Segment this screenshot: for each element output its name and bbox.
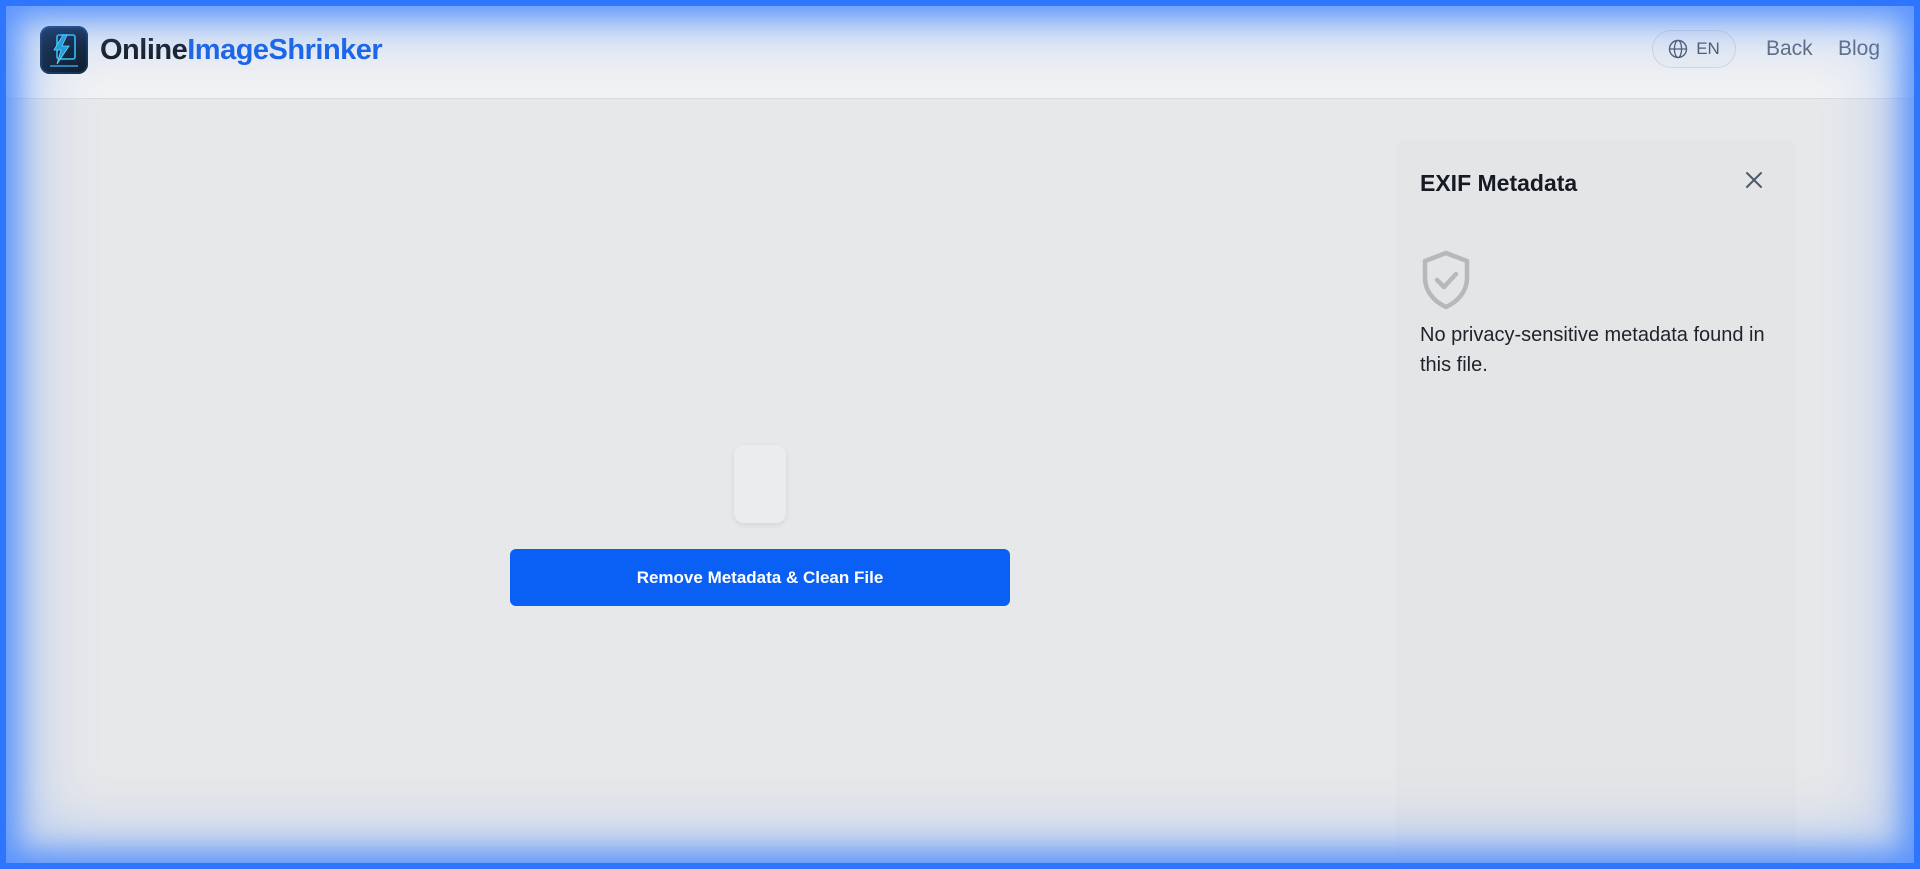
brand-logo-link[interactable]: OnlineImageShrinker	[40, 26, 383, 74]
panel-title: EXIF Metadata	[1420, 170, 1578, 196]
language-label: EN	[1696, 39, 1720, 58]
exif-metadata-panel: EXIF Metadata No privacy-sensitive metad…	[1396, 140, 1796, 869]
file-preview-thumbnail	[734, 445, 786, 523]
page: OnlineImageShrinker EN Back Blog Remove …	[0, 0, 1920, 869]
language-switcher[interactable]: EN	[1652, 30, 1736, 68]
globe-icon	[1668, 39, 1688, 59]
no-metadata-message: No privacy-sensitive metadata found in t…	[1420, 324, 1765, 376]
nav-blog-link[interactable]: Blog	[1838, 37, 1880, 61]
brand-name-online: Online	[100, 33, 188, 66]
brand-name-imageshrinker: ImageShrinker	[187, 33, 383, 66]
shield-check-icon	[1422, 250, 1470, 310]
brand-name: OnlineImageShrinker	[100, 33, 383, 67]
top-bar: OnlineImageShrinker EN Back Blog	[0, 0, 1920, 99]
nav-back-link[interactable]: Back	[1766, 37, 1813, 61]
remove-metadata-button[interactable]: Remove Metadata & Clean File	[510, 549, 1010, 606]
lightning-document-icon	[40, 26, 88, 74]
close-icon[interactable]	[1742, 168, 1766, 192]
